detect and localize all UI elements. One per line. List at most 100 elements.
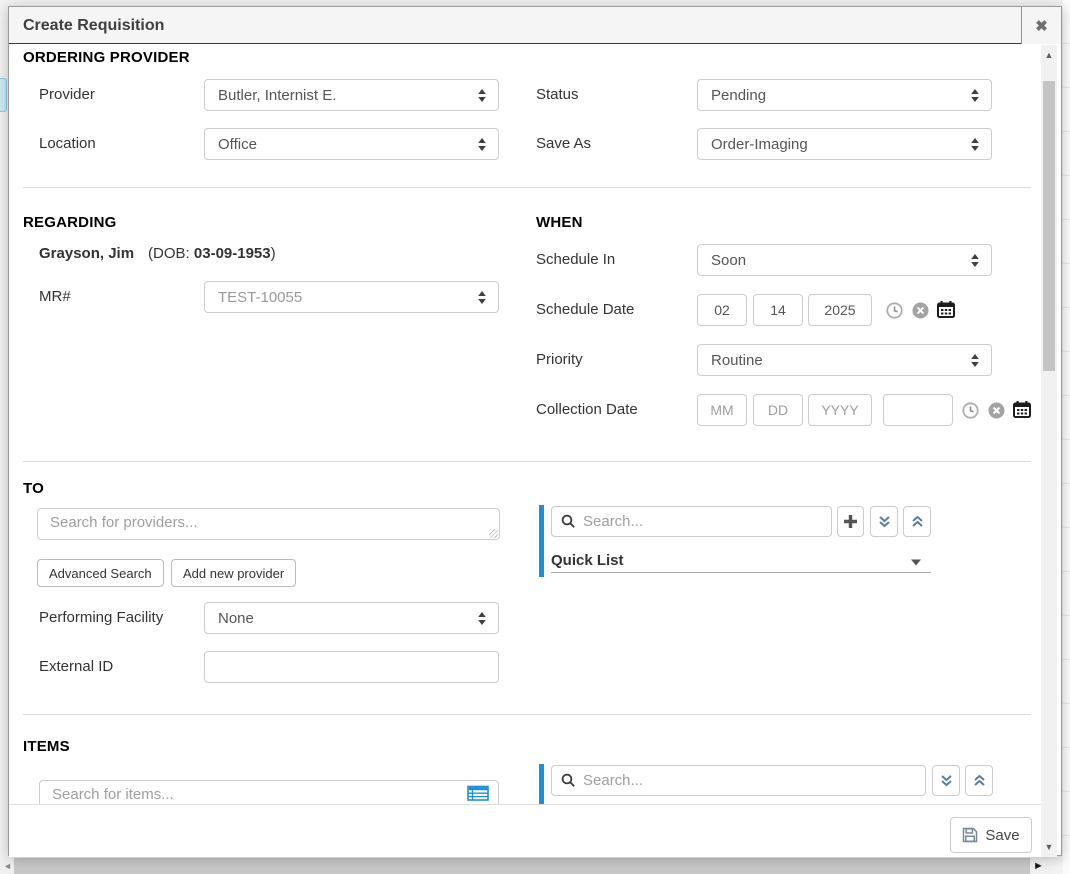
collection-time-input[interactable] (883, 394, 953, 426)
save-button-label: Save (985, 827, 1019, 844)
scroll-up-icon[interactable]: ▲ (1041, 51, 1057, 60)
collection-date-year-input[interactable] (808, 394, 872, 426)
close-icon[interactable]: ✖ (1021, 7, 1061, 44)
schedule-in-select[interactable]: Soon (697, 244, 992, 276)
schedule-date-label: Schedule Date (536, 301, 634, 318)
items-heading: ITEMS (23, 738, 70, 755)
patient-info: Grayson, Jim (DOB: 03-09-1953 ) (39, 245, 276, 262)
double-chevron-up-icon[interactable] (965, 765, 993, 796)
provider-select[interactable]: Butler, Internist E. (204, 79, 499, 111)
mr-select-value: TEST-10055 (218, 289, 469, 306)
quick-list-underline (551, 572, 931, 573)
plus-icon[interactable] (837, 506, 864, 537)
calendar-icon[interactable] (936, 299, 956, 319)
vertical-scrollbar-thumb[interactable] (1043, 81, 1055, 371)
regarding-heading: REGARDING (23, 214, 116, 231)
location-label: Location (39, 135, 96, 152)
updown-arrow-icon (970, 253, 980, 268)
search-icon (561, 773, 576, 788)
caret-down-icon[interactable] (910, 554, 922, 572)
provider-search-input[interactable] (37, 508, 500, 540)
scroll-down-icon[interactable]: ▼ (1041, 843, 1057, 852)
resize-grip[interactable] (489, 529, 498, 538)
dialog-titlebar: Create Requisition ✖ (9, 7, 1061, 44)
scroll-right-icon[interactable]: ► (1033, 861, 1044, 872)
location-select[interactable]: Office (204, 128, 499, 160)
dob-value: 03-09-1953 (194, 245, 271, 262)
save-icon (962, 827, 978, 843)
dialog-body: ORDERING PROVIDER Provider Butler, Inter… (9, 45, 1041, 804)
schedule-in-select-value: Soon (711, 252, 962, 269)
updown-arrow-icon (477, 137, 487, 152)
collection-date-day-input[interactable] (753, 394, 803, 426)
double-chevron-down-icon[interactable] (932, 765, 960, 796)
dialog-title: Create Requisition (23, 7, 164, 44)
clock-icon[interactable] (884, 300, 904, 320)
schedule-in-label: Schedule In (536, 251, 615, 268)
dialog-vertical-scrollbar[interactable]: ▲ ▼ (1041, 45, 1057, 857)
provider-quick-search (551, 506, 832, 537)
items-quick-search-input[interactable] (551, 765, 926, 796)
items-accent-bar (539, 764, 544, 804)
provider-quick-search-input[interactable] (551, 506, 832, 537)
add-new-provider-button[interactable]: Add new provider (171, 559, 296, 587)
items-quick-search (551, 765, 926, 796)
section-divider (23, 187, 1031, 188)
save-as-select[interactable]: Order-Imaging (697, 128, 992, 160)
priority-select-value: Routine (711, 352, 962, 369)
performing-facility-select-value: None (218, 610, 469, 627)
updown-arrow-icon (477, 611, 487, 626)
updown-arrow-icon (970, 353, 980, 368)
to-heading: TO (23, 480, 44, 497)
save-as-label: Save As (536, 135, 591, 152)
status-select-value: Pending (711, 87, 962, 104)
background-page-strip (1063, 0, 1070, 874)
dialog-footer: Save (9, 804, 1041, 857)
section-divider (23, 461, 1031, 462)
items-search-input[interactable] (39, 780, 499, 804)
provider-label: Provider (39, 86, 95, 103)
horizontal-scrollbar-thumb[interactable] (14, 858, 1030, 874)
double-chevron-down-icon[interactable] (870, 506, 898, 537)
patient-name: Grayson, Jim (39, 245, 134, 262)
priority-select[interactable]: Routine (697, 344, 992, 376)
quick-list-header[interactable]: Quick List (551, 552, 624, 569)
clear-icon[interactable] (986, 400, 1006, 420)
calendar-icon[interactable] (1012, 399, 1032, 419)
performing-facility-select[interactable]: None (204, 602, 499, 634)
search-icon (561, 514, 576, 529)
save-as-select-value: Order-Imaging (711, 136, 962, 153)
screen: ◄ ► Create Requisition ✖ ORDERING PROVID… (0, 0, 1070, 874)
background-button-fragment (0, 78, 7, 112)
mr-select[interactable]: TEST-10055 (204, 281, 499, 313)
dob-suffix: ) (271, 245, 276, 262)
collection-date-month-input[interactable] (697, 394, 747, 426)
provider-select-value: Butler, Internist E. (218, 87, 469, 104)
status-select[interactable]: Pending (697, 79, 992, 111)
when-heading: WHEN (536, 214, 583, 231)
location-select-value: Office (218, 136, 469, 153)
schedule-date-month-input[interactable] (697, 294, 747, 326)
create-requisition-dialog: Create Requisition ✖ ORDERING PROVIDER P… (8, 6, 1062, 856)
updown-arrow-icon (477, 88, 487, 103)
save-button[interactable]: Save (950, 817, 1032, 853)
external-id-label: External ID (39, 658, 113, 675)
double-chevron-up-icon[interactable] (903, 506, 931, 537)
mr-label: MR# (39, 288, 71, 305)
updown-arrow-icon (477, 290, 487, 305)
scroll-left-icon[interactable]: ◄ (3, 862, 12, 871)
clock-icon[interactable] (960, 400, 980, 420)
schedule-date-day-input[interactable] (753, 294, 803, 326)
items-list-icon[interactable] (467, 785, 489, 804)
schedule-date-year-input[interactable] (808, 294, 872, 326)
external-id-input[interactable] (204, 651, 499, 683)
advanced-search-button[interactable]: Advanced Search (37, 559, 164, 587)
page-horizontal-scrollbar[interactable]: ◄ ► (0, 858, 1052, 874)
status-label: Status (536, 86, 579, 103)
performing-facility-label: Performing Facility (39, 609, 163, 626)
updown-arrow-icon (970, 88, 980, 103)
priority-label: Priority (536, 351, 583, 368)
ordering-provider-heading: ORDERING PROVIDER (23, 49, 190, 66)
section-divider (23, 714, 1031, 715)
clear-icon[interactable] (910, 300, 930, 320)
